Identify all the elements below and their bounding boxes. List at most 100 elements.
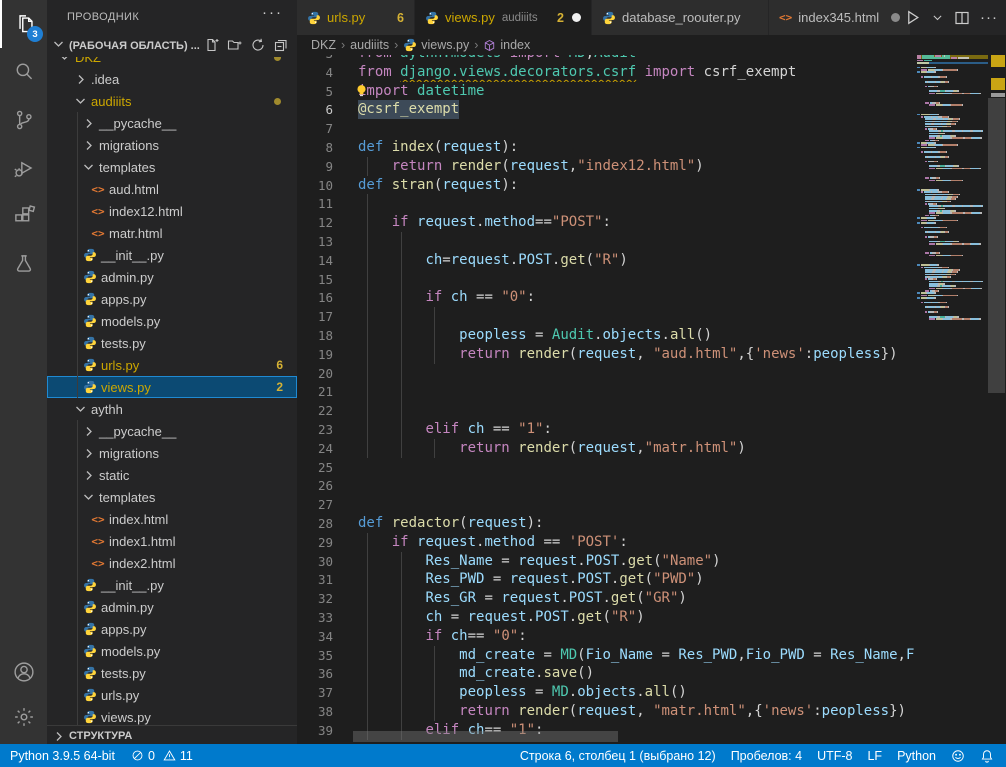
html-file-icon: <> [89,513,107,526]
code-line-23: elif ch == "1": [358,420,914,439]
language-mode-status[interactable]: Python [897,749,936,763]
tree-item-label: matr.html [109,226,162,241]
code-line-28: def redactor(request): [358,514,914,533]
tree-item-dkz[interactable]: DKZ [47,57,297,68]
collapse-all-icon[interactable] [273,37,289,53]
minimap-line [957,121,958,123]
search-activity-icon[interactable] [0,48,47,96]
minimap-line [943,144,957,146]
minimap-line [952,168,962,170]
tree-item--init-py[interactable]: __init__.py [47,244,297,266]
breadcrumb-item-dkz[interactable]: DKZ [311,38,336,52]
tree-item-migrations[interactable]: migrations [47,442,297,464]
vertical-scrollbar[interactable] [988,98,1005,393]
tree-item-urls-py[interactable]: urls.py [47,684,297,706]
tree-item-views-py[interactable]: views.py [47,706,297,725]
eol-status[interactable]: LF [867,749,882,763]
minimap-line [955,274,956,276]
minimap-line [929,318,935,320]
tree-item-aud-html[interactable]: <>aud.html [47,178,297,200]
py-file-icon [81,600,99,614]
explorer-activity-icon[interactable]: 3 [0,0,49,48]
code-line-25 [358,458,914,477]
line-number: 10 [297,176,333,195]
tree-item-index-html[interactable]: <>index.html [47,508,297,530]
run-debug-activity-icon[interactable] [0,144,47,192]
new-folder-icon[interactable] [227,37,243,53]
tree-item-label: index2.html [109,556,175,571]
tree-item-models-py[interactable]: models.py [47,310,297,332]
tree-item-audiiits[interactable]: audiiits [47,90,297,112]
tree-item-label: urls.py [101,358,139,373]
minimap-line [935,69,942,71]
minimap-line [921,227,923,229]
sidebar-more-actions-icon[interactable]: ··· [262,4,283,21]
tree-item-admin-py[interactable]: admin.py [47,266,297,288]
tree-item-migrations[interactable]: migrations [47,134,297,156]
problems-status[interactable]: 0 11 [131,749,193,763]
tree-item-templates[interactable]: templates [47,486,297,508]
notifications-bell-icon[interactable] [980,749,994,763]
breadcrumb-item-views-py[interactable]: views.py [403,38,469,52]
minimap-line [946,76,947,78]
tree-item--idea[interactable]: .idea [47,68,297,90]
line-number: 11 [297,194,333,213]
minimap[interactable] [917,55,988,355]
line-number: 32 [297,589,333,608]
minimap-line [944,205,952,207]
minimap-line [935,295,942,297]
tree-item-aythh[interactable]: aythh [47,398,297,420]
tree-item-label: migrations [99,138,159,153]
tree-item-models-py[interactable]: models.py [47,640,297,662]
explorer-sidebar: ПРОВОДНИК ··· (РАБОЧАЯ ОБЛАСТЬ) ... DKZ.… [47,0,297,744]
tree-item-apps-py[interactable]: apps.py [47,288,297,310]
tree-item-index1-html[interactable]: <>index1.html [47,530,297,552]
lightbulb-icon[interactable] [354,83,369,103]
tree-item--init-py[interactable]: __init__.py [47,574,297,596]
tree-item--pycache-[interactable]: __pycache__ [47,420,297,442]
settings-icon[interactable] [0,693,47,741]
encoding-status[interactable]: UTF-8 [817,749,852,763]
tree-item-label: models.py [101,314,160,329]
tree-item-views-py[interactable]: views.py2 [47,376,297,398]
minimap-line [950,126,951,128]
minimap-line [943,288,950,290]
source-control-activity-icon[interactable] [0,96,47,144]
python-interpreter-status[interactable]: Python 3.9.5 64-bit [10,749,115,763]
breadcrumb-item-audiiits[interactable]: audiiits [350,38,389,52]
line-number: 26 [297,476,333,495]
line-number: 24 [297,439,333,458]
code-line-38: return render(request, "matr.html",{'new… [358,702,914,721]
tree-item-matr-html[interactable]: <>matr.html [47,222,297,244]
tree-item-index12-html[interactable]: <>index12.html [47,200,297,222]
extensions-activity-icon[interactable] [0,192,47,240]
code-editor[interactable]: 3from aythh.models import MD,Audit4from … [297,0,1006,744]
tree-item--pycache-[interactable]: __pycache__ [47,112,297,134]
tree-item-tests-py[interactable]: tests.py [47,662,297,684]
minimap-line [955,130,962,132]
breadcrumb-separator: › [474,38,478,52]
tree-item-admin-py[interactable]: admin.py [47,596,297,618]
tree-item-static[interactable]: static [47,464,297,486]
indentation-status[interactable]: Пробелов: 4 [731,749,802,763]
account-icon[interactable] [0,648,47,696]
testing-activity-icon[interactable] [0,240,47,288]
outline-section-header[interactable]: СТРУКТУРА [47,725,297,745]
cursor-position-status[interactable]: Строка 6, столбец 1 (выбрано 12) [520,749,716,763]
horizontal-scrollbar[interactable] [353,731,618,742]
minimap-line [979,168,981,170]
chevron-right-icon [51,728,67,744]
refresh-icon[interactable] [250,37,266,53]
feedback-icon[interactable] [951,749,965,763]
minimap-line [927,222,934,224]
tree-item-urls-py[interactable]: urls.py6 [47,354,297,376]
minimap-line [917,189,920,191]
tree-item-apps-py[interactable]: apps.py [47,618,297,640]
new-file-icon[interactable] [204,37,220,53]
breadcrumb-item-index[interactable]: index [483,38,530,52]
tree-item-templates[interactable]: templates [47,156,297,178]
tree-item-index2-html[interactable]: <>index2.html [47,552,297,574]
tree-item-tests-py[interactable]: tests.py [47,332,297,354]
minimap-line [927,71,934,73]
minimap-line [957,69,958,71]
